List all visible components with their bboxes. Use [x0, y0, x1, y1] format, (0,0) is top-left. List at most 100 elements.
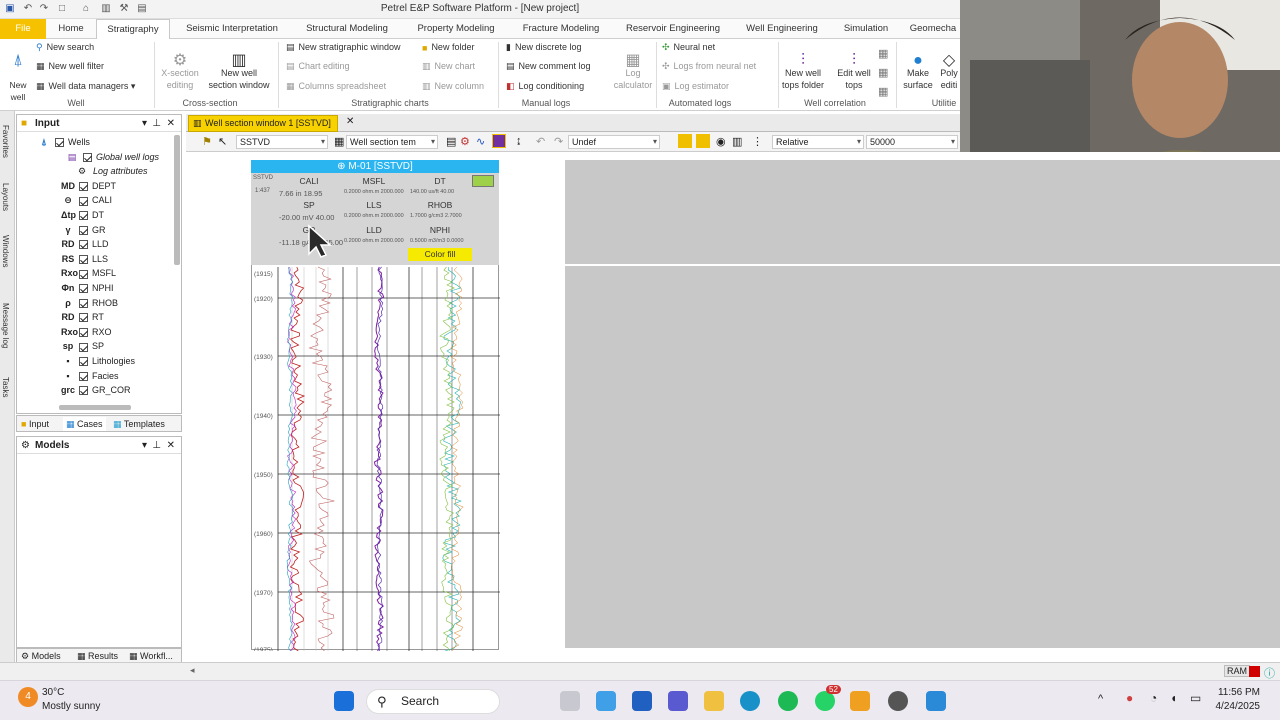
new-discrete-log-button[interactable]: ▮ New discrete log: [506, 42, 581, 53]
tree-item-lls[interactable]: RS LLS: [61, 252, 108, 266]
table-icon[interactable]: ▤: [446, 135, 456, 148]
weather-temp[interactable]: 30°C: [42, 687, 64, 698]
rail-tasks[interactable]: Tasks: [1, 377, 10, 397]
tab-property-modeling[interactable]: Property Modeling: [408, 19, 504, 39]
task-view-icon[interactable]: [560, 691, 580, 711]
eye-icon[interactable]: ◉: [716, 135, 726, 148]
copilot-icon[interactable]: [596, 691, 616, 711]
tab-geomechanics[interactable]: Geomecha: [906, 19, 960, 39]
new-well-filter-button[interactable]: ▦ New well filter: [36, 61, 104, 72]
tab-cases[interactable]: ▦ Cases: [63, 417, 106, 431]
close-icon[interactable]: ✕: [167, 115, 175, 132]
log-estimator-button[interactable]: ▣ Log estimator: [662, 81, 729, 92]
tab-workflows[interactable]: ▦ Workfl...: [129, 649, 173, 663]
new-well-section-window-button[interactable]: ▥ New well section window: [206, 43, 272, 91]
checkbox[interactable]: [79, 371, 88, 381]
flatten-alt-icon[interactable]: [696, 134, 710, 148]
checkbox[interactable]: [79, 181, 88, 191]
checkbox[interactable]: [79, 196, 88, 206]
log-header-msfl[interactable]: MSFL: [342, 176, 406, 186]
checkbox[interactable]: [55, 138, 64, 148]
color-legend-swatch[interactable]: [472, 175, 494, 187]
domain-select[interactable]: SSTVD: [236, 135, 328, 149]
new-well-button[interactable]: ⍋ New well: [6, 43, 30, 103]
file-explorer-icon[interactable]: [704, 691, 724, 711]
notepad-icon[interactable]: [926, 691, 946, 711]
checkbox[interactable]: [79, 357, 88, 367]
store-icon[interactable]: [632, 691, 652, 711]
correlation-mini-icons[interactable]: ▦ ▦ ▦: [878, 45, 888, 102]
tree-item-cali[interactable]: ⊖ CALI: [61, 193, 112, 207]
tab-stratigraphy[interactable]: Stratigraphy: [96, 19, 170, 40]
pin-icon[interactable]: ⊥: [152, 115, 161, 132]
wifi-icon[interactable]: ◔: [1150, 691, 1157, 705]
tree-item-sp[interactable]: sp SP: [61, 339, 104, 353]
neural-net-button[interactable]: ✣ Neural net: [662, 42, 715, 53]
new-well-tops-folder-button[interactable]: ⫶ New well tops folder: [780, 43, 826, 91]
well-section-window-tab[interactable]: ▥ Well section window 1 [SSTVD]: [188, 115, 338, 132]
template-select[interactable]: Well section tem: [346, 135, 438, 149]
columns-spreadsheet-button[interactable]: ▦ Columns spreadsheet: [286, 81, 386, 92]
new-comment-log-button[interactable]: ▤ New comment log: [506, 61, 591, 72]
tab-seismic-interpretation[interactable]: Seismic Interpretation: [178, 19, 286, 39]
tree-item-wells[interactable]: ⍋ Wells: [37, 135, 90, 149]
battery-icon[interactable]: ▭: [1190, 691, 1201, 705]
log-header-rhob[interactable]: RHOB: [408, 200, 472, 210]
new-search-button[interactable]: ⚲ New search: [36, 42, 94, 53]
checkbox[interactable]: [79, 211, 88, 221]
tab-fracture-modeling[interactable]: Fracture Modeling: [514, 19, 608, 39]
tree-item-dt[interactable]: Δtp DT: [61, 208, 104, 222]
rail-windows[interactable]: Windows: [1, 235, 10, 267]
well-header[interactable]: ⊕ M-01 [SSTVD]: [251, 160, 499, 173]
help-icon[interactable]: ⓘ: [1264, 665, 1275, 681]
tree-item-msfl[interactable]: Rxo MSFL: [61, 266, 116, 280]
log-header-cali[interactable]: CALI: [277, 176, 341, 186]
edit-well-tops-button[interactable]: ⫶ Edit well tops: [834, 43, 874, 91]
tree-item-global-well-logs[interactable]: ▤ Global well logs: [65, 150, 159, 164]
logs-from-neural-net-button[interactable]: ✣ Logs from neural net: [662, 61, 756, 72]
whatsapp-icon[interactable]: [815, 691, 835, 711]
tree-item-nphi[interactable]: Φn NPHI: [61, 281, 114, 295]
checkbox[interactable]: [79, 327, 88, 337]
vertical-scrollbar[interactable]: [174, 135, 180, 265]
tab-file[interactable]: File: [0, 19, 46, 39]
rail-layouts[interactable]: Layouts: [1, 183, 10, 211]
log-conditioning-button[interactable]: ◧ Log conditioning: [506, 81, 584, 92]
log-header-nphi[interactable]: NPHI: [408, 225, 472, 235]
tab-simulation[interactable]: Simulation: [836, 19, 896, 39]
relative-select[interactable]: Relative: [772, 135, 864, 149]
settings-icon[interactable]: ⚙: [460, 135, 470, 148]
rail-message-log[interactable]: Message log: [1, 303, 10, 348]
volume-icon[interactable]: ◖: [1170, 691, 1177, 705]
tab-input[interactable]: ■ Input: [21, 417, 49, 431]
curve-icon[interactable]: ∿: [476, 135, 485, 148]
tray-chevron-icon[interactable]: ^: [1098, 693, 1103, 705]
log-header-lld[interactable]: LLD: [342, 225, 406, 235]
checkbox[interactable]: [79, 225, 88, 235]
tree-item-lld[interactable]: RD LLD: [61, 237, 109, 251]
windows-start-icon[interactable]: [334, 691, 354, 711]
tree-item-rt[interactable]: RD RT: [61, 310, 104, 324]
log-header-lls[interactable]: LLS: [342, 200, 406, 210]
tab-well-engineering[interactable]: Well Engineering: [738, 19, 826, 39]
horizontal-scrollbar[interactable]: [59, 405, 131, 410]
tab-results[interactable]: ▦ Results: [77, 649, 118, 663]
dropdown-icon[interactable]: ▾: [142, 115, 147, 132]
tree-item-rxo[interactable]: Rxo RXO: [61, 325, 112, 339]
checkbox[interactable]: [79, 386, 88, 396]
teams-icon[interactable]: [668, 691, 688, 711]
empty-canvas-area[interactable]: [565, 160, 1280, 648]
layout-icon[interactable]: ⋮: [752, 135, 763, 148]
make-surface-button[interactable]: ● Make surface: [900, 43, 936, 91]
scale-select[interactable]: 50000: [866, 135, 958, 149]
dropdown-icon[interactable]: ▾: [142, 437, 147, 454]
clock-time[interactable]: 11:56 PM: [1206, 687, 1260, 698]
pin-icon[interactable]: ⊥: [152, 437, 161, 454]
spotify-icon[interactable]: [778, 691, 798, 711]
tab-templates[interactable]: ▦ Templates: [113, 417, 165, 431]
close-tab-icon[interactable]: ✕: [346, 116, 354, 127]
undef-select[interactable]: Undef: [568, 135, 660, 149]
scroll-left-icon[interactable]: ◂: [190, 665, 195, 676]
log-header-sp[interactable]: SP: [277, 200, 341, 210]
new-column-button[interactable]: ▥ New column: [422, 81, 484, 92]
